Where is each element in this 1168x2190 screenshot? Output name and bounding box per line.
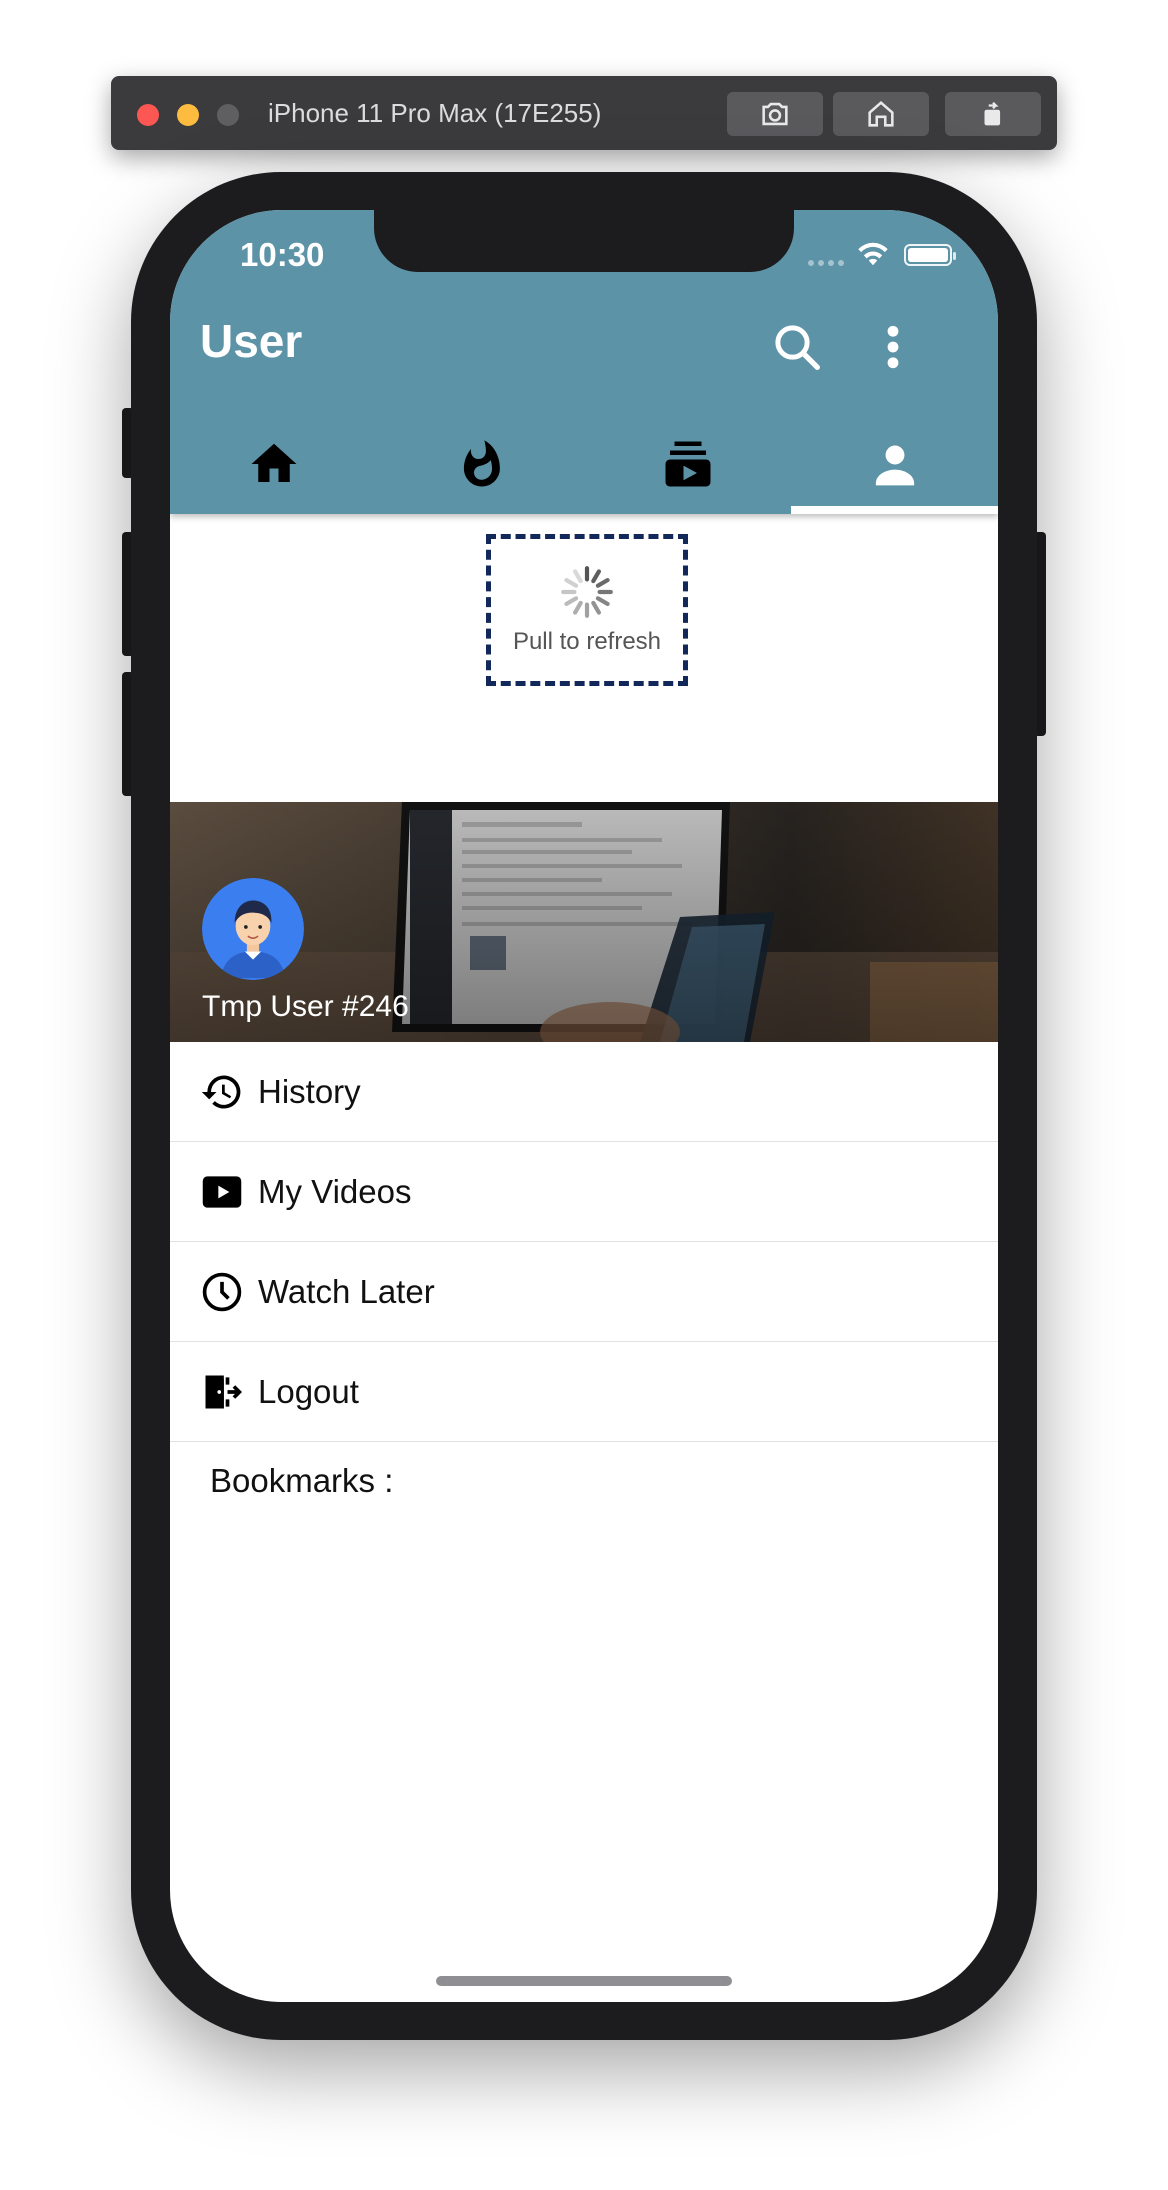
bookmarks-heading: Bookmarks : [210,1462,394,1499]
user-menu: History My Videos Watch Later Logout [170,1042,998,1442]
wifi-icon [858,242,888,266]
clock-icon [202,1272,242,1311]
play-box-icon [202,1175,242,1208]
notch [374,210,794,272]
menu-item-history[interactable]: History [170,1042,998,1142]
menu-item-label: My Videos [258,1172,412,1210]
tab-bar [170,414,998,514]
status-time: 10:30 [240,236,325,273]
menu-item-my-videos[interactable]: My Videos [170,1142,998,1242]
refresh-label: Pull to refresh [512,628,662,655]
battery-icon [904,244,956,266]
minimize-window-button[interactable] [177,104,199,126]
home-indicator[interactable] [436,1976,732,1986]
menu-item-label: History [258,1072,361,1110]
tab-home[interactable] [170,414,377,514]
home-icon [251,443,296,482]
user-name: Tmp User #246 [202,990,409,1023]
history-icon [201,1074,241,1108]
tab-indicator [791,506,998,514]
search-icon[interactable] [770,320,824,374]
home-button[interactable] [833,92,929,136]
menu-item-label: Logout [258,1372,359,1410]
rotate-button[interactable] [945,92,1041,136]
menu-item-logout[interactable]: Logout [170,1342,998,1442]
pull-to-refresh[interactable]: Pull to refresh [486,534,688,686]
signal-icon [808,260,844,266]
subscriptions-icon [665,441,710,487]
app-bar: 10:30 User [170,210,998,514]
phone-screen: 10:30 User Pull to refresh Tmp User #246… [170,210,998,2002]
avatar [202,878,304,980]
home-icon [868,100,894,127]
screenshot-button[interactable] [727,92,823,136]
screenshot-icon [762,102,788,126]
menu-item-watch-later[interactable]: Watch Later [170,1242,998,1342]
more-vert-icon[interactable] [878,320,908,374]
close-window-button[interactable] [137,104,159,126]
zoom-window-button[interactable] [217,104,239,126]
phone-frame: 10:30 User Pull to refresh Tmp User #246… [131,172,1037,2040]
spinner-icon [561,566,613,618]
page-title: User [200,315,303,367]
simulator-toolbar: iPhone 11 Pro Max (17E255) [111,76,1057,150]
tab-trending[interactable] [377,414,584,514]
simulator-title: iPhone 11 Pro Max (17E255) [268,98,602,128]
person-icon [875,445,914,486]
tab-subscriptions[interactable] [584,414,791,514]
logout-icon [205,1375,243,1408]
tab-user[interactable] [791,414,998,514]
menu-item-label: Watch Later [258,1272,435,1310]
rotate-icon [984,101,1001,126]
fire-icon [463,440,500,487]
